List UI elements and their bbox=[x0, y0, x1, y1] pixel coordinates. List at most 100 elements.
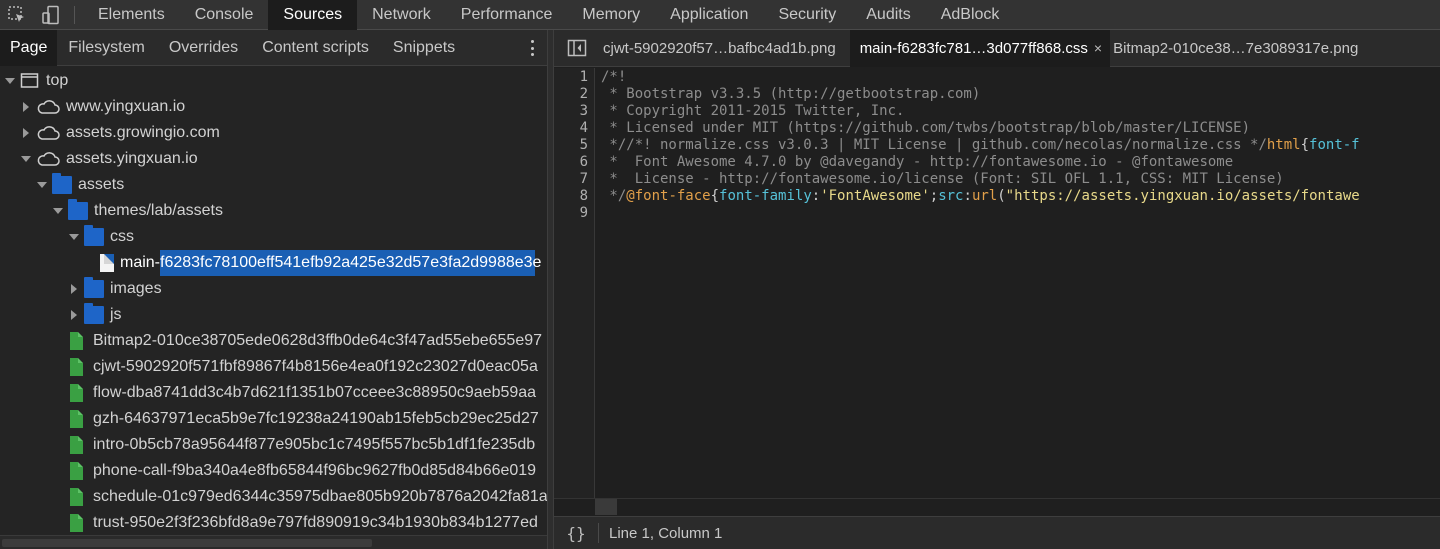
line-number: 7 bbox=[579, 171, 588, 187]
code-token: /*! bbox=[601, 69, 627, 85]
folder-icon bbox=[84, 225, 104, 246]
tree-item[interactable]: www.yingxuan.io bbox=[0, 94, 547, 120]
navigator-horizontal-scrollbar[interactable] bbox=[0, 535, 547, 549]
line-number: 6 bbox=[579, 154, 588, 170]
tree-item[interactable]: flow-dba8741dd3c4b7d621f1351b07cceee3c88… bbox=[0, 380, 547, 406]
tree-item-label: main-f6283fc78100eff541efb92a425e32d57e3… bbox=[120, 254, 542, 271]
code-editor[interactable]: 123456789 /*! * Bootstrap v3.3.5 (http:/… bbox=[554, 68, 1440, 498]
editor-tab-label: cjwt-5902920f57…bafbc4ad1b.png bbox=[603, 39, 836, 57]
navigator-tab-snippets[interactable]: Snippets bbox=[382, 30, 468, 66]
tree-item[interactable]: js bbox=[0, 302, 547, 328]
navigator-tab-content-scripts[interactable]: Content scripts bbox=[251, 30, 382, 66]
frame-icon bbox=[20, 72, 40, 90]
code-token: font-f bbox=[1309, 137, 1360, 153]
tree-item-label: css bbox=[110, 228, 134, 245]
folder-icon bbox=[84, 303, 104, 324]
tab-adblock[interactable]: AdBlock bbox=[926, 0, 1015, 30]
expand-arrow-right-icon[interactable] bbox=[68, 276, 80, 302]
file-tree: top www.yingxuan.io assets.growingio.com as… bbox=[0, 68, 547, 536]
editor-tabs: cjwt-5902920f57…bafbc4ad1b.png main-f6283… bbox=[554, 29, 1440, 67]
editor-horizontal-scrollbar[interactable] bbox=[554, 498, 1440, 515]
expand-arrow-down-icon[interactable] bbox=[4, 68, 16, 94]
tree-item[interactable]: themes/lab/assets bbox=[0, 198, 547, 224]
navigator-tab-overrides[interactable]: Overrides bbox=[158, 30, 251, 66]
code-token: * Bootstrap v3.3.5 (http://getbootstrap.… bbox=[601, 86, 981, 102]
folder-icon bbox=[68, 199, 88, 220]
expand-arrow-down-icon[interactable] bbox=[20, 146, 32, 172]
code-token: */ bbox=[601, 188, 627, 204]
image-file-icon bbox=[70, 332, 83, 350]
tree-item[interactable]: phone-call-f9ba340a4e8fb65844f96bc9627fb… bbox=[0, 458, 547, 484]
expand-arrow-down-icon[interactable] bbox=[36, 172, 48, 198]
editor-tab[interactable]: main-f6283fc781…3d077ff868.css × bbox=[849, 29, 1111, 67]
tab-application[interactable]: Application bbox=[655, 0, 763, 30]
close-tab-icon[interactable]: × bbox=[1094, 30, 1102, 67]
navigator-tab-page[interactable]: Page bbox=[0, 30, 58, 66]
line-number: 5 bbox=[579, 137, 588, 153]
tree-item-label: images bbox=[110, 280, 162, 297]
line-number: 9 bbox=[579, 205, 588, 221]
tree-item[interactable]: Bitmap2-010ce38705ede0628d3ffb0de64c3f47… bbox=[0, 328, 547, 354]
code-line: * Bootstrap v3.3.5 (http://getbootstrap.… bbox=[601, 86, 980, 103]
tree-item[interactable]: cjwt-5902920f571fbf89867f4b8156e4ea0f192… bbox=[0, 354, 547, 380]
tree-item[interactable]: css bbox=[0, 224, 547, 250]
tree-item-label: cjwt-5902920f571fbf89867f4b8156e4ea0f192… bbox=[93, 358, 538, 375]
toggle-navigator-icon[interactable] bbox=[554, 30, 600, 67]
tab-security[interactable]: Security bbox=[763, 0, 851, 30]
navigator-tab-filesystem[interactable]: Filesystem bbox=[57, 30, 157, 66]
tree-item[interactable]: images bbox=[0, 276, 547, 302]
code-line: * Licensed under MIT (https://github.com… bbox=[601, 120, 1250, 137]
expand-arrow-down-icon[interactable] bbox=[52, 198, 64, 224]
line-number: 8 bbox=[579, 188, 588, 204]
expand-arrow-right-icon[interactable] bbox=[20, 94, 32, 120]
code-token: 'FontAwesome' bbox=[820, 188, 930, 204]
code-line: *//*! normalize.css v3.0.3 | MIT License… bbox=[601, 137, 1360, 154]
code-line: * License - http://fontawesome.io/licens… bbox=[601, 171, 1283, 188]
folder-icon bbox=[84, 277, 104, 298]
cloud-icon bbox=[36, 150, 60, 168]
tree-item[interactable]: schedule-01c979ed6344c35975dbae805b920b7… bbox=[0, 484, 547, 510]
css-file-icon bbox=[100, 254, 114, 272]
tree-item[interactable]: top bbox=[0, 68, 547, 94]
more-options-icon[interactable] bbox=[525, 38, 539, 58]
tab-audits[interactable]: Audits bbox=[851, 0, 925, 30]
expand-arrow-right-icon[interactable] bbox=[20, 120, 32, 146]
tree-item-label: js bbox=[110, 306, 122, 323]
editor-tab[interactable]: cjwt-5902920f57…bafbc4ad1b.png bbox=[600, 30, 850, 67]
code-line: * Copyright 2011-2015 Twitter, Inc. bbox=[601, 103, 904, 120]
tree-item-label: themes/lab/assets bbox=[94, 202, 223, 219]
tab-console[interactable]: Console bbox=[180, 0, 269, 30]
tab-elements[interactable]: Elements bbox=[83, 0, 180, 30]
editor-tab[interactable]: Bitmap2-010ce38…7e3089317e.png bbox=[1110, 30, 1372, 67]
pretty-print-button[interactable]: {} bbox=[554, 524, 598, 543]
tree-item[interactable]: intro-0b5cb78a95644f877e905bc1c7495f557b… bbox=[0, 432, 547, 458]
tab-memory[interactable]: Memory bbox=[567, 0, 655, 30]
tab-sources[interactable]: Sources bbox=[268, 0, 358, 30]
code-line: */@font-face{font-family:'FontAwesome';s… bbox=[601, 188, 1359, 205]
device-toolbar-icon[interactable] bbox=[34, 0, 68, 30]
expand-arrow-down-icon[interactable] bbox=[68, 224, 80, 250]
cursor-position: Line 1, Column 1 bbox=[609, 524, 723, 542]
tree-item[interactable]: assets bbox=[0, 172, 547, 198]
tree-item[interactable]: gzh-64637971eca5b9e7fc19238a24190ab15feb… bbox=[0, 406, 547, 432]
tree-item-label: assets.growingio.com bbox=[66, 124, 220, 141]
image-file-icon bbox=[70, 436, 83, 454]
tab-performance[interactable]: Performance bbox=[446, 0, 568, 30]
navigator-pane: Page Filesystem Overrides Content scripts Sn… bbox=[0, 30, 548, 549]
scrollbar-thumb[interactable] bbox=[595, 499, 617, 515]
toolbar-separator bbox=[74, 5, 75, 24]
expand-arrow-right-icon[interactable] bbox=[68, 302, 80, 328]
tree-item[interactable]: assets.yingxuan.io bbox=[0, 146, 547, 172]
tree-item-label: flow-dba8741dd3c4b7d621f1351b07cceee3c88… bbox=[93, 384, 537, 401]
line-number: 3 bbox=[579, 103, 588, 119]
code-token: ; bbox=[929, 188, 939, 204]
devtools-toolbar: Elements Console Sources Network Performance… bbox=[0, 0, 1440, 30]
tree-item[interactable]: assets.growingio.com bbox=[0, 120, 547, 146]
inspect-element-icon[interactable] bbox=[0, 0, 34, 30]
image-file-icon bbox=[70, 358, 83, 376]
tree-item[interactable]: trust-950e2f3f236bfd8a9e797fd890919c34b1… bbox=[0, 510, 547, 536]
image-file-icon bbox=[70, 462, 83, 480]
tree-item[interactable]: main-f6283fc78100eff541efb92a425e32d57e3… bbox=[100, 250, 541, 276]
tab-network[interactable]: Network bbox=[357, 0, 446, 30]
tree-item-label: assets bbox=[78, 176, 125, 193]
